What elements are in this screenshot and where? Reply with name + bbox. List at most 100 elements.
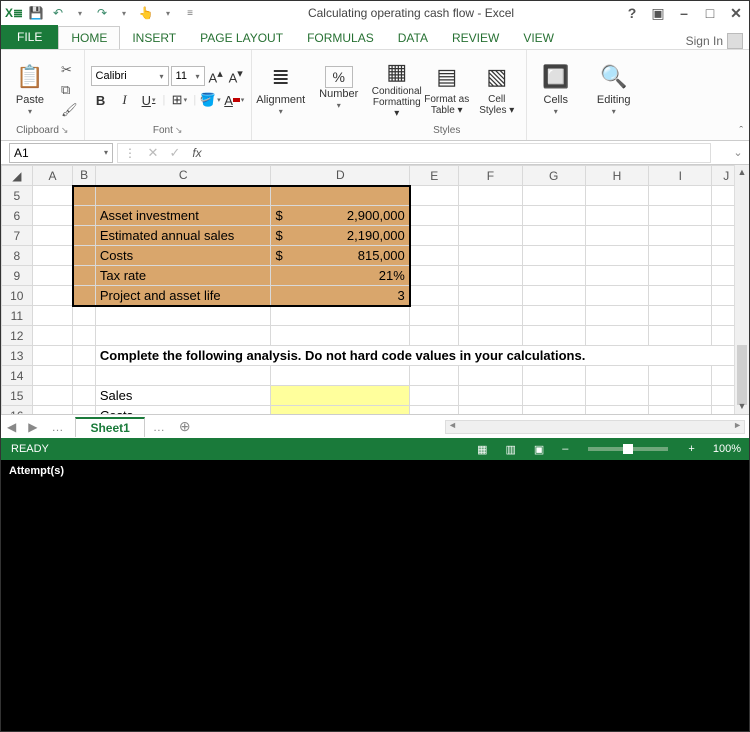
cell[interactable]: [73, 326, 95, 346]
save-icon[interactable]: 💾: [27, 4, 45, 22]
sheet-nav-more-2-icon[interactable]: …: [145, 420, 173, 434]
chevron-down-icon[interactable]: ▾: [612, 107, 616, 116]
cell[interactable]: [649, 286, 712, 306]
tab-file[interactable]: FILE: [1, 25, 58, 49]
cell[interactable]: [271, 186, 410, 206]
minimize-icon[interactable]: –: [675, 5, 693, 21]
cell[interactable]: [522, 386, 585, 406]
cell[interactable]: [73, 306, 95, 326]
row-15-header[interactable]: 15: [2, 386, 33, 406]
row-16-header[interactable]: 16: [2, 406, 33, 415]
view-page-layout-icon[interactable]: ▥: [501, 443, 519, 456]
cell[interactable]: [585, 206, 648, 226]
chevron-down-icon[interactable]: ▾: [279, 107, 283, 116]
cell[interactable]: [522, 186, 585, 206]
cell[interactable]: [585, 226, 648, 246]
chevron-down-icon[interactable]: ▾: [554, 107, 558, 116]
cell[interactable]: [522, 206, 585, 226]
cell[interactable]: [649, 186, 712, 206]
decrease-font-icon[interactable]: A▾: [227, 67, 245, 85]
row-6-header[interactable]: 6: [2, 206, 33, 226]
sheet-nav-prev-icon[interactable]: ◀: [1, 420, 22, 434]
cell[interactable]: [459, 266, 522, 286]
col-B-header[interactable]: B: [73, 166, 95, 186]
cell[interactable]: [73, 406, 95, 415]
zoom-in-icon[interactable]: +: [684, 443, 698, 455]
cell[interactable]: [32, 306, 73, 326]
cell[interactable]: [32, 246, 73, 266]
cell[interactable]: [585, 366, 648, 386]
cell[interactable]: [649, 406, 712, 415]
qat-dropdown-3-icon[interactable]: ▾: [159, 4, 177, 22]
cell[interactable]: [649, 246, 712, 266]
cell[interactable]: [649, 306, 712, 326]
cell[interactable]: [32, 366, 73, 386]
cell[interactable]: [271, 386, 410, 406]
cell[interactable]: Tax rate: [95, 266, 271, 286]
font-name-combo[interactable]: Calibri▾: [91, 66, 169, 86]
cell[interactable]: Sales: [95, 386, 271, 406]
fill-color-button[interactable]: 🪣▾: [200, 90, 220, 110]
number-button[interactable]: % Number ▾: [316, 57, 362, 119]
cell[interactable]: [95, 186, 271, 206]
cell[interactable]: [522, 226, 585, 246]
cell[interactable]: [32, 326, 73, 346]
zoom-slider[interactable]: [588, 447, 668, 451]
cell[interactable]: [585, 286, 648, 306]
row-8-header[interactable]: 8: [2, 246, 33, 266]
touch-mode-icon[interactable]: 👆: [137, 4, 155, 22]
cell[interactable]: [459, 226, 522, 246]
cell[interactable]: [522, 286, 585, 306]
zoom-level[interactable]: 100%: [709, 443, 745, 455]
cells-button[interactable]: 🔲 Cells ▾: [533, 57, 579, 119]
sheet-nav-more-icon[interactable]: …: [43, 420, 71, 434]
cell[interactable]: [649, 266, 712, 286]
cell[interactable]: [410, 206, 459, 226]
cell[interactable]: [73, 186, 95, 206]
qat-dropdown-1-icon[interactable]: ▾: [71, 4, 89, 22]
cell[interactable]: [271, 306, 410, 326]
row-10-header[interactable]: 10: [2, 286, 33, 306]
paste-button[interactable]: 📋 Paste ▾: [7, 57, 53, 119]
cancel-formula-icon[interactable]: ✕: [142, 144, 164, 162]
cell[interactable]: [32, 286, 73, 306]
tab-insert[interactable]: INSERT: [120, 27, 188, 49]
cell[interactable]: [410, 306, 459, 326]
cell[interactable]: [459, 386, 522, 406]
select-all-cell[interactable]: ◢: [2, 166, 33, 186]
alignment-button[interactable]: ≣ Alignment ▾: [258, 57, 304, 119]
qat-dropdown-2-icon[interactable]: ▾: [115, 4, 133, 22]
ribbon-display-icon[interactable]: ▣: [649, 5, 667, 22]
cell[interactable]: [95, 326, 271, 346]
cell[interactable]: Estimated annual sales: [95, 226, 271, 246]
help-icon[interactable]: ?: [623, 5, 641, 21]
undo-icon[interactable]: ↶: [49, 4, 67, 22]
scroll-thumb[interactable]: [737, 345, 747, 405]
expand-formula-bar-icon[interactable]: ⌄: [731, 146, 745, 159]
view-page-break-icon[interactable]: ▣: [530, 443, 548, 456]
cell[interactable]: [32, 346, 73, 366]
cell[interactable]: 3: [271, 286, 410, 306]
cell[interactable]: [649, 326, 712, 346]
cell[interactable]: [73, 226, 95, 246]
increase-font-icon[interactable]: A▴: [207, 67, 225, 85]
cell[interactable]: [585, 326, 648, 346]
cell[interactable]: Costs: [95, 406, 271, 415]
tab-formulas[interactable]: FORMULAS: [295, 27, 386, 49]
formula-bar-input[interactable]: [208, 144, 710, 162]
name-box[interactable]: A1 ▾: [9, 143, 113, 163]
zoom-out-icon[interactable]: –: [558, 443, 572, 455]
cell[interactable]: [32, 186, 73, 206]
row-12-header[interactable]: 12: [2, 326, 33, 346]
col-E-header[interactable]: E: [410, 166, 459, 186]
clipboard-dialog-launcher-icon[interactable]: ↘: [61, 125, 69, 136]
chevron-down-icon[interactable]: ▾: [337, 101, 341, 110]
format-painter-icon[interactable]: 🖌: [61, 102, 78, 118]
tab-page-layout[interactable]: PAGE LAYOUT: [188, 27, 295, 49]
cell[interactable]: [271, 406, 410, 415]
underline-button[interactable]: U▾: [139, 90, 159, 110]
conditional-formatting-button[interactable]: ▦ ConditionalFormatting ▾: [374, 57, 420, 119]
cell[interactable]: [32, 386, 73, 406]
sign-in-link[interactable]: Sign In: [686, 33, 743, 49]
cell[interactable]: [522, 266, 585, 286]
